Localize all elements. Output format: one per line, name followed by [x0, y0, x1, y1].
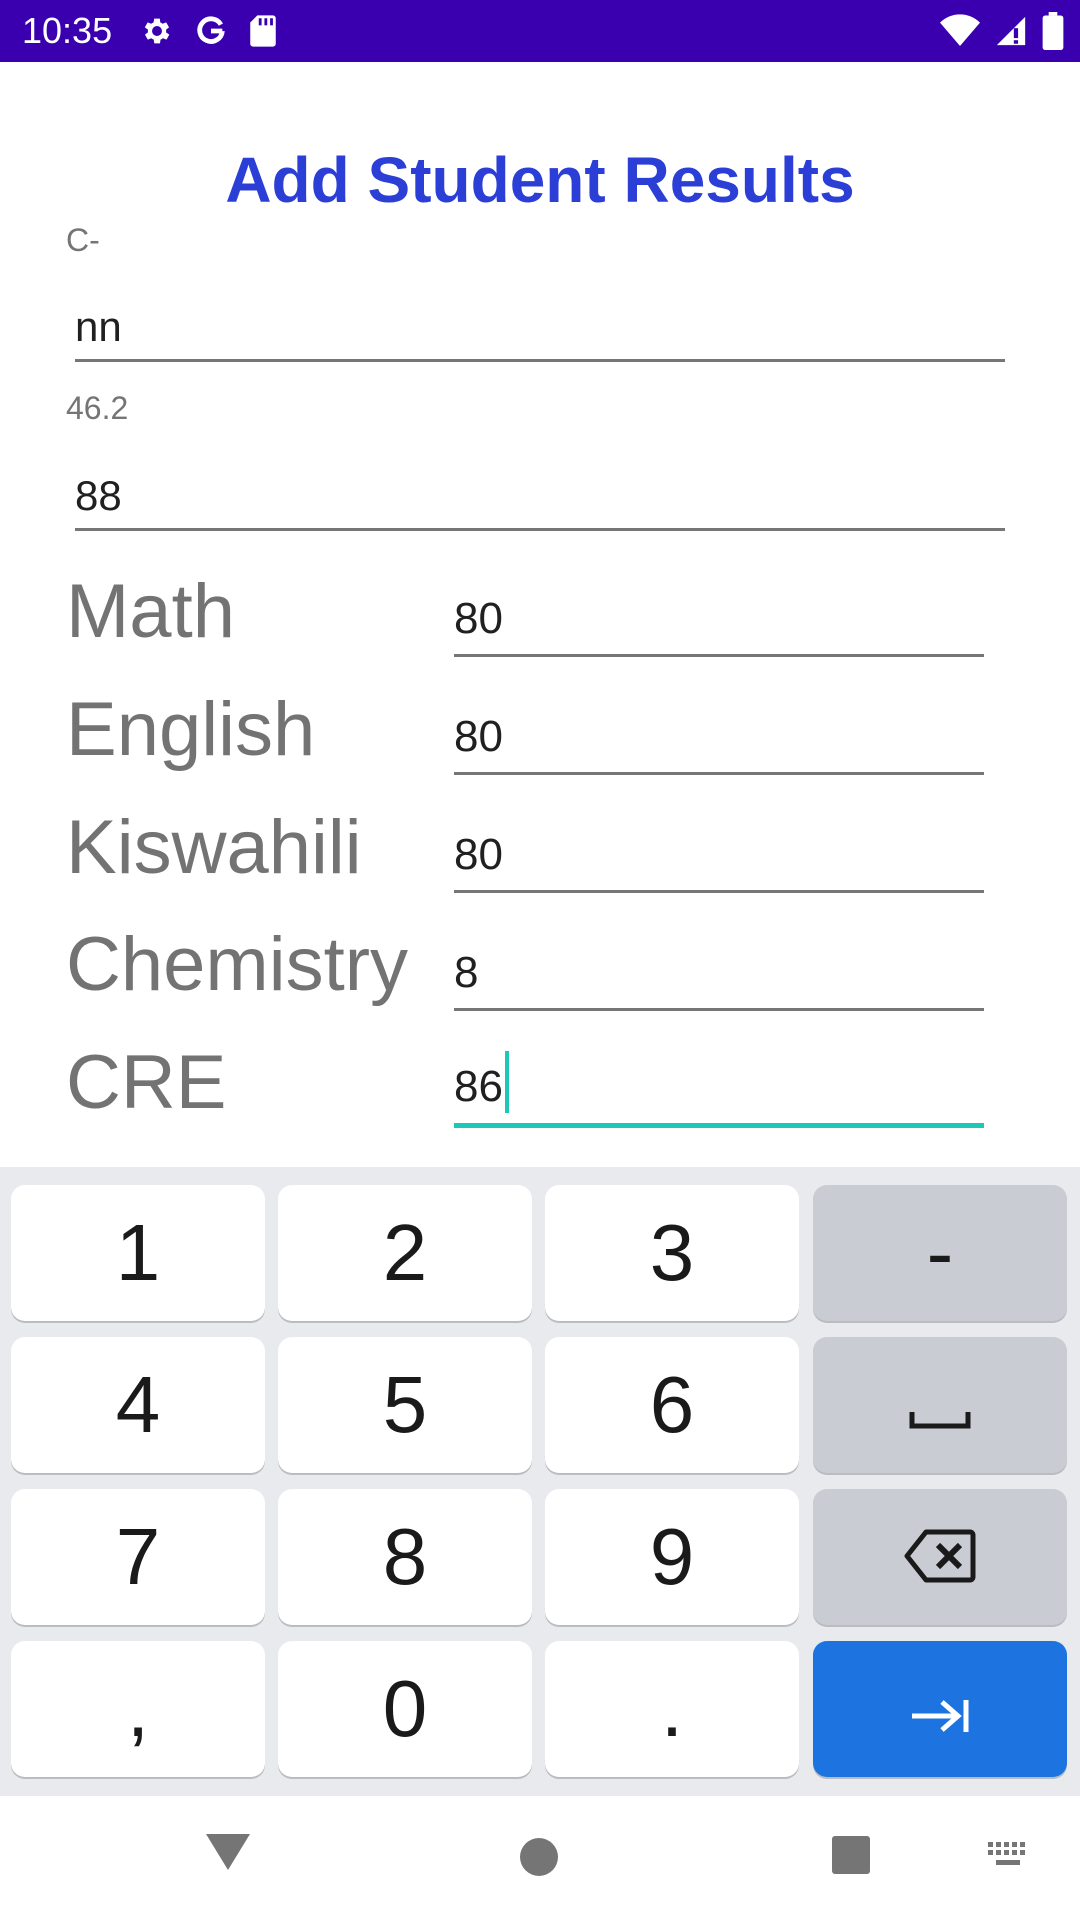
home-button[interactable] — [518, 1836, 560, 1883]
key-0[interactable]: 0 — [278, 1641, 532, 1777]
key-next[interactable] — [813, 1641, 1067, 1777]
key-minus[interactable]: - — [813, 1185, 1067, 1321]
chemistry-score-input[interactable]: 8 — [454, 945, 984, 1011]
key-comma[interactable]: , — [11, 1641, 265, 1777]
key-period[interactable]: . — [545, 1641, 799, 1777]
subject-label-chemistry: Chemistry — [66, 922, 409, 1007]
navigation-bar — [0, 1796, 1080, 1920]
home-circle-icon — [518, 1836, 560, 1883]
subject-label-english: English — [66, 687, 316, 772]
key-8[interactable]: 8 — [278, 1489, 532, 1625]
keyboard-switch-icon — [986, 1840, 1030, 1875]
key-5[interactable]: 5 — [278, 1337, 532, 1473]
english-score-input[interactable]: 80 — [454, 709, 984, 775]
sd-card-icon — [248, 14, 278, 48]
cre-score-input[interactable]: 86 — [454, 1051, 984, 1128]
text-cursor — [504, 1051, 509, 1113]
key-1[interactable]: 1 — [11, 1185, 265, 1321]
wifi-icon — [940, 14, 980, 48]
space-icon — [908, 1359, 972, 1451]
key-7[interactable]: 7 — [11, 1489, 265, 1625]
key-9[interactable]: 9 — [545, 1489, 799, 1625]
back-triangle-icon — [202, 1830, 254, 1879]
page-title: Add Student Results — [225, 144, 855, 216]
battery-icon — [1042, 12, 1064, 50]
average-label: 46.2 — [66, 390, 129, 426]
backspace-icon — [904, 1511, 976, 1603]
name-field-value: nn — [75, 303, 122, 350]
key-3[interactable]: 3 — [545, 1185, 799, 1321]
signal-icon — [994, 14, 1028, 48]
status-time: 10:35 — [22, 10, 113, 51]
key-2[interactable]: 2 — [278, 1185, 532, 1321]
adm-number-value: 88 — [75, 472, 122, 519]
numeric-keyboard: 1 2 3 - 4 5 6 7 8 9 , 0 . — [0, 1167, 1080, 1796]
kiswahili-score-input[interactable]: 80 — [454, 827, 984, 893]
keyboard-switch-button[interactable] — [986, 1840, 1030, 1875]
recents-square-icon — [830, 1834, 872, 1881]
cre-score-value: 86 — [454, 1062, 503, 1111]
tab-next-icon — [908, 1663, 972, 1755]
key-backspace[interactable] — [813, 1489, 1067, 1625]
status-bar: 10:35 — [0, 0, 1080, 62]
math-score-input[interactable]: 80 — [454, 591, 984, 657]
add-results-form: Add Student Results C- nn 46.2 88 Math 8… — [0, 62, 1080, 1167]
key-6[interactable]: 6 — [545, 1337, 799, 1473]
key-4[interactable]: 4 — [11, 1337, 265, 1473]
recents-button[interactable] — [830, 1834, 872, 1881]
name-field[interactable]: nn — [75, 296, 1005, 362]
english-score-value: 80 — [454, 712, 503, 761]
subject-label-math: Math — [66, 569, 235, 654]
adm-number-field[interactable]: 88 — [75, 465, 1005, 531]
back-button[interactable] — [202, 1830, 254, 1879]
key-space[interactable] — [813, 1337, 1067, 1473]
chemistry-score-value: 8 — [454, 948, 479, 997]
subject-label-cre: CRE — [66, 1040, 227, 1125]
math-score-value: 80 — [454, 594, 503, 643]
subject-label-kiswahili: Kiswahili — [66, 805, 362, 890]
grade-label: C- — [66, 222, 100, 258]
kiswahili-score-value: 80 — [454, 830, 503, 879]
settings-icon — [140, 14, 174, 48]
google-icon — [194, 14, 228, 48]
